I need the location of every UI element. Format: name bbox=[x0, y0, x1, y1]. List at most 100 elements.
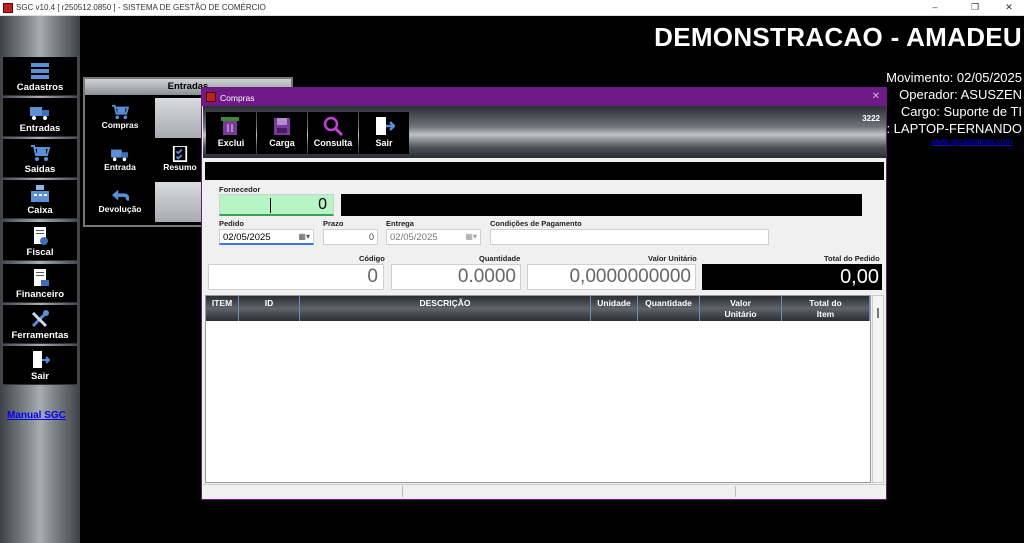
grid-vertical-scrollbar[interactable] bbox=[872, 295, 884, 483]
column-valor-unitario[interactable]: Valor Unitário bbox=[700, 296, 782, 321]
submenu-item-label: Devolução bbox=[98, 204, 142, 214]
prazo-label: Prazo bbox=[323, 219, 344, 228]
fornecedor-label: Fornecedor bbox=[219, 185, 261, 194]
submenu-entrada[interactable]: Entrada bbox=[86, 140, 154, 180]
dialog-titlebar: Compras ✕ bbox=[202, 88, 886, 106]
submenu-item-label: Resumo bbox=[163, 162, 197, 172]
column-quantidade[interactable]: Quantidade bbox=[638, 296, 700, 321]
finance-document-icon bbox=[30, 269, 50, 287]
window-title: SGC v10.4 [ r250512.0850 ] - SISTEMA DE … bbox=[16, 3, 266, 12]
status-segment bbox=[203, 486, 403, 497]
column-item[interactable]: ITEM bbox=[206, 296, 239, 321]
cargo-info: Cargo: Suporte de TI bbox=[900, 104, 1022, 119]
sidebar-item-cadastros[interactable]: Cadastros bbox=[3, 57, 77, 96]
sidebar-item-caixa[interactable]: Caixa bbox=[3, 180, 77, 219]
submenu-compras[interactable]: Compras bbox=[86, 98, 154, 138]
load-icon bbox=[271, 116, 293, 136]
quantidade-input[interactable]: 0.0000 bbox=[391, 264, 521, 290]
website-link[interactable]: www.sgcsistemas.com bbox=[932, 137, 1012, 146]
condicoes-input[interactable] bbox=[490, 229, 769, 245]
sidebar-item-fiscal[interactable]: Fiscal bbox=[3, 222, 77, 261]
cash-register-icon bbox=[30, 185, 50, 203]
sidebar-item-saidas[interactable]: Saidas bbox=[3, 139, 77, 178]
cart-icon bbox=[111, 104, 130, 120]
info-bar bbox=[205, 162, 884, 180]
sair-button[interactable]: Sair bbox=[359, 112, 409, 154]
submenu-devolucao[interactable]: Devolução bbox=[86, 182, 154, 222]
pedido-date-value: 02/05/2025 bbox=[223, 232, 271, 243]
column-descricao[interactable]: DESCRIÇÃO bbox=[300, 296, 591, 321]
compras-dialog: Compras ✕ Exclui Carga Consulta Sair 322… bbox=[201, 87, 887, 500]
entrega-date-value: 02/05/2025 bbox=[390, 232, 438, 243]
column-unidade[interactable]: Unidade bbox=[591, 296, 638, 321]
dialog-close-button[interactable]: ✕ bbox=[872, 91, 880, 102]
items-grid: ITEM ID DESCRIÇÃO Unidade Quantidade Val… bbox=[205, 295, 871, 483]
valor-unitario-input[interactable]: 0,0000000000 bbox=[527, 264, 696, 290]
sidebar-item-sair[interactable]: Sair bbox=[3, 346, 77, 385]
dialog-toolbar: Exclui Carga Consulta Sair 3222 bbox=[203, 106, 886, 158]
entrega-date-picker[interactable]: 02/05/2025 ▦▾ bbox=[386, 229, 481, 245]
fornecedor-code-input[interactable]: 0 bbox=[219, 194, 334, 216]
toolbar-label: Exclui bbox=[217, 138, 245, 148]
calendar-dropdown-icon[interactable]: ▦▾ bbox=[465, 232, 477, 241]
codigo-label: Código bbox=[359, 254, 385, 263]
operador-info: Operador: ASUSZEN bbox=[899, 87, 1022, 102]
submenu-item-label: Compras bbox=[101, 120, 139, 130]
truck-icon bbox=[30, 103, 50, 121]
return-arrow-icon bbox=[111, 188, 130, 204]
total-pedido-label: Total do Pedido bbox=[824, 254, 880, 263]
calendar-dropdown-icon[interactable]: ▦▾ bbox=[298, 232, 310, 241]
sidebar-item-label: Caixa bbox=[27, 205, 53, 216]
submenu-resumo[interactable]: Resumo bbox=[156, 140, 204, 180]
toolbar-label: Carga bbox=[269, 138, 295, 148]
delete-icon bbox=[220, 116, 242, 136]
sidebar-item-label: Financeiro bbox=[15, 289, 65, 300]
app-icon bbox=[3, 3, 13, 13]
app-icon bbox=[206, 92, 216, 102]
toolbar-label: Sair bbox=[375, 138, 393, 148]
close-window-button[interactable]: ✕ bbox=[994, 2, 1024, 14]
dialog-statusbar bbox=[203, 484, 886, 498]
status-segment bbox=[403, 486, 736, 497]
column-id[interactable]: ID bbox=[239, 296, 300, 321]
manual-sgc-link[interactable]: Manual SGC bbox=[7, 410, 66, 421]
toolbar-label: Consulta bbox=[313, 138, 353, 148]
sidebar-item-label: Ferramentas bbox=[11, 330, 69, 341]
column-total-item[interactable]: Total do Item bbox=[782, 296, 870, 321]
minimize-button[interactable]: – bbox=[920, 2, 950, 14]
carga-button[interactable]: Carga bbox=[257, 112, 307, 154]
sidebar-item-ferramentas[interactable]: Ferramentas bbox=[3, 305, 77, 344]
sidebar-item-financeiro[interactable]: Financeiro bbox=[3, 264, 77, 303]
prazo-input[interactable]: 0 bbox=[323, 229, 378, 245]
text-cursor bbox=[270, 198, 271, 213]
consulta-button[interactable]: Consulta bbox=[308, 112, 358, 154]
pedido-date-picker[interactable]: 02/05/2025 ▦▾ bbox=[219, 229, 314, 245]
magnifier-icon bbox=[322, 116, 344, 137]
checklist-icon bbox=[171, 145, 189, 162]
sidebar-item-label: Saidas bbox=[24, 164, 56, 175]
cart-icon bbox=[30, 144, 51, 162]
tools-icon bbox=[30, 310, 50, 328]
exclui-button[interactable]: Exclui bbox=[206, 112, 256, 154]
sidebar-item-entradas[interactable]: Entradas bbox=[3, 98, 77, 137]
exit-door-icon bbox=[30, 351, 51, 369]
sidebar-item-label: Sair bbox=[31, 371, 49, 382]
sidebar-item-label: Cadastros bbox=[16, 82, 64, 93]
submenu-item-label: Entrada bbox=[104, 162, 136, 172]
fornecedor-code-value: 0 bbox=[318, 196, 327, 213]
maximize-button[interactable]: ❐ bbox=[960, 2, 990, 14]
total-pedido-display: 0,00 bbox=[702, 264, 882, 290]
exit-door-icon bbox=[373, 116, 396, 136]
movimento-date: Movimento: 02/05/2025 bbox=[886, 70, 1022, 85]
document-number: 3222 bbox=[862, 114, 880, 123]
fornecedor-name-field[interactable] bbox=[341, 194, 862, 216]
pedido-label: Pedido bbox=[219, 219, 245, 228]
quantidade-label: Quantidade bbox=[479, 254, 521, 263]
sidebar: Cadastros Entradas Saidas Caixa Fiscal F… bbox=[0, 16, 80, 543]
sidebar-item-label: Entradas bbox=[19, 123, 61, 134]
company-title: DEMONSTRACAO - AMADEU bbox=[654, 22, 1022, 52]
entrega-label: Entrega bbox=[386, 219, 414, 228]
condicoes-label: Condições de Pagamento bbox=[490, 219, 582, 228]
codigo-input[interactable]: 0 bbox=[208, 264, 384, 290]
scrollbar-thumb[interactable] bbox=[877, 308, 879, 318]
